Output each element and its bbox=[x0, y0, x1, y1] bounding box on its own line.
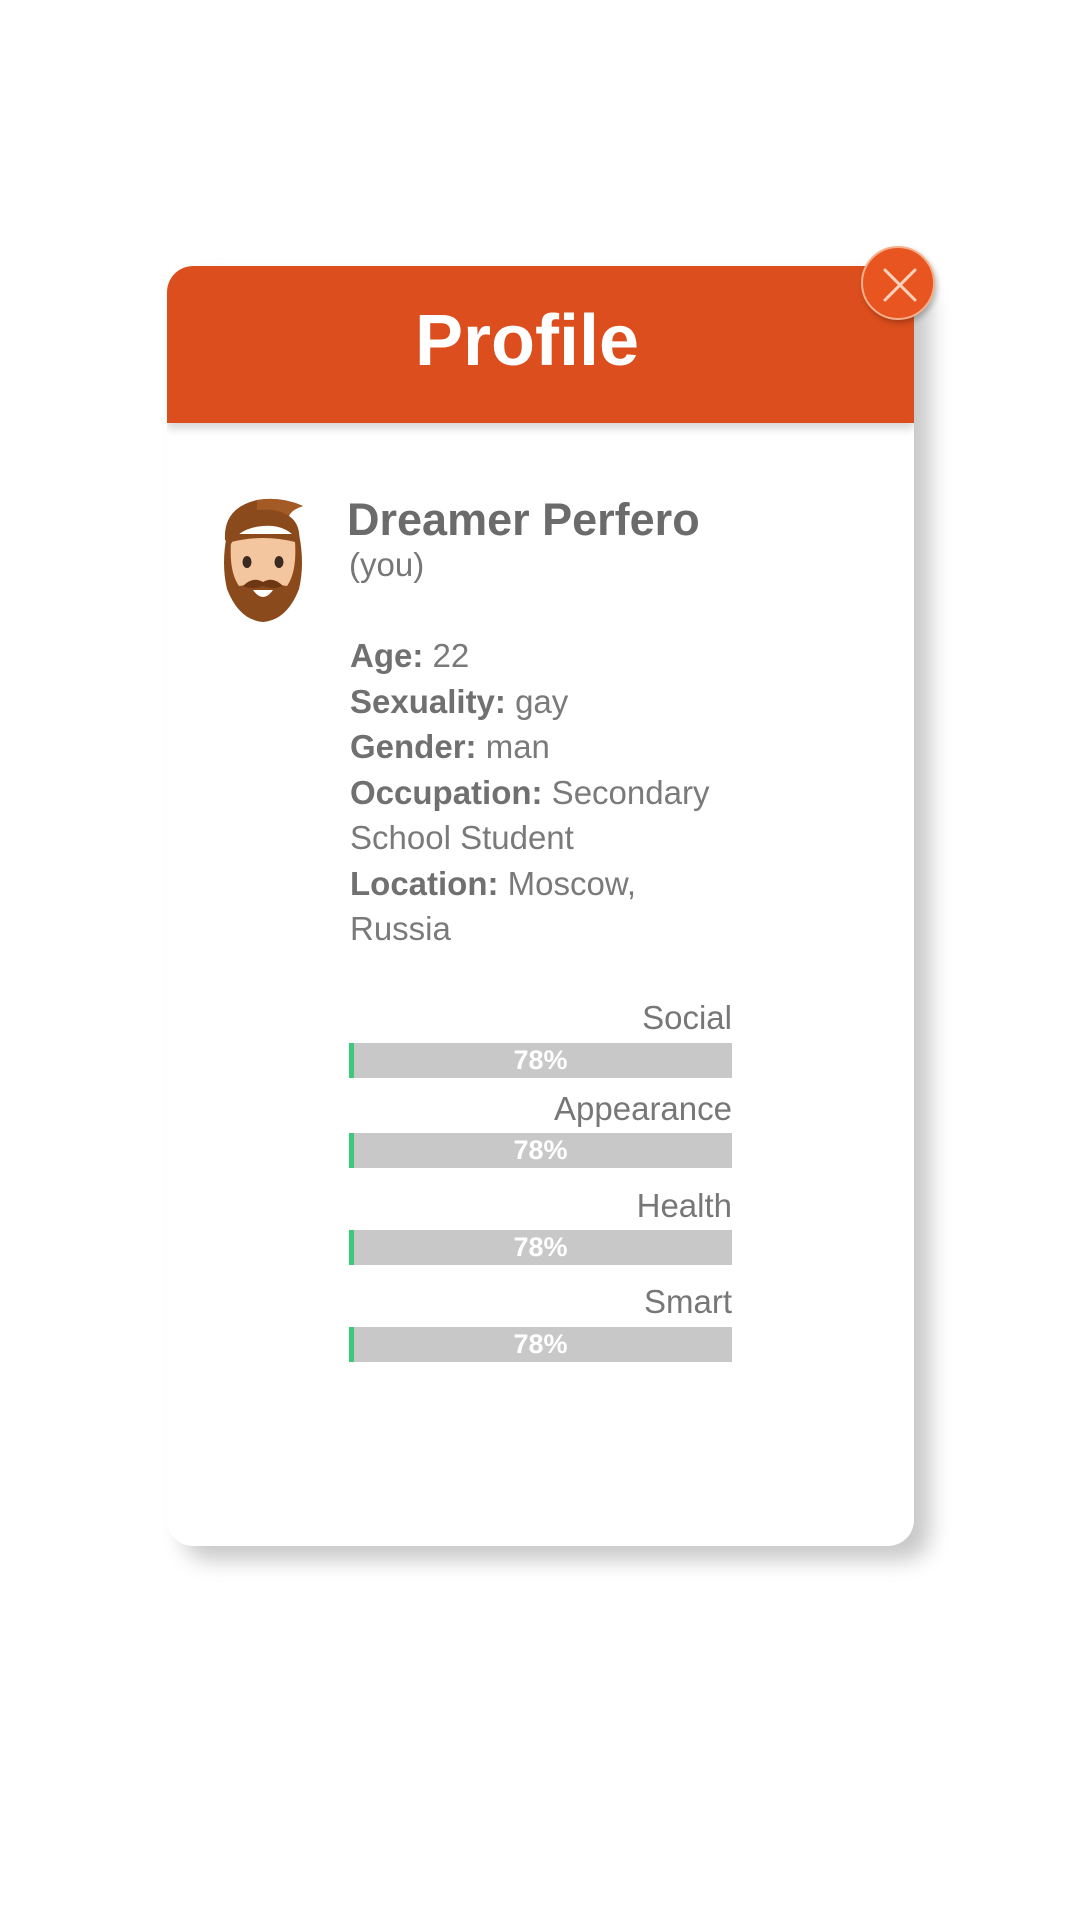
stat-label-appearance: Appearance bbox=[554, 1090, 732, 1127]
detail-sexuality: Sexuality: gay bbox=[350, 679, 730, 725]
profile-details: Age: 22 Sexuality: gay Gender: man Occup… bbox=[350, 633, 730, 952]
bearded-man-avatar-icon bbox=[224, 498, 303, 622]
detail-age-value: 22 bbox=[423, 637, 470, 674]
dialog-title: Profile bbox=[414, 301, 640, 381]
close-button[interactable] bbox=[861, 246, 935, 320]
stat-value-health: 78% bbox=[513, 1232, 568, 1262]
detail-gender-key: Gender: bbox=[350, 728, 477, 765]
stat-bar-social: 78% bbox=[349, 1043, 732, 1078]
detail-age: Age: 22 bbox=[350, 633, 730, 679]
stat-value-appearance: 78% bbox=[513, 1135, 568, 1165]
stat-bar-health: 78% bbox=[349, 1230, 732, 1265]
stat-value-smart: 78% bbox=[513, 1329, 568, 1359]
stat-label-smart: Smart bbox=[643, 1283, 732, 1320]
stat-value-social: 78% bbox=[513, 1045, 568, 1075]
profile-name: Dreamer Perfero bbox=[347, 494, 700, 545]
detail-gender-value: man bbox=[476, 728, 550, 765]
stat-label-social: Social bbox=[642, 999, 732, 1036]
detail-sexuality-value: gay bbox=[505, 682, 569, 720]
dialog-header: Profile bbox=[167, 266, 914, 423]
stat-bar-smart: 78% bbox=[349, 1327, 732, 1362]
detail-age-key: Age: bbox=[350, 637, 424, 674]
close-icon bbox=[883, 268, 917, 302]
detail-sexuality-key: Sexuality: bbox=[350, 682, 506, 720]
screen: Profile Dreamer Perfero (you) Age: 22 Se… bbox=[0, 0, 1080, 1920]
stat-label-health: Health bbox=[636, 1187, 732, 1224]
detail-location-key: Location: bbox=[350, 864, 499, 902]
detail-occupation: Occupation: Secondary School Student bbox=[350, 770, 730, 861]
stat-bar-appearance: 78% bbox=[349, 1133, 732, 1168]
detail-gender: Gender: man bbox=[350, 724, 730, 770]
you-label: (you) bbox=[349, 546, 425, 583]
detail-location: Location: Moscow, Russia bbox=[350, 861, 730, 952]
detail-occupation-key: Occupation: bbox=[350, 773, 543, 811]
